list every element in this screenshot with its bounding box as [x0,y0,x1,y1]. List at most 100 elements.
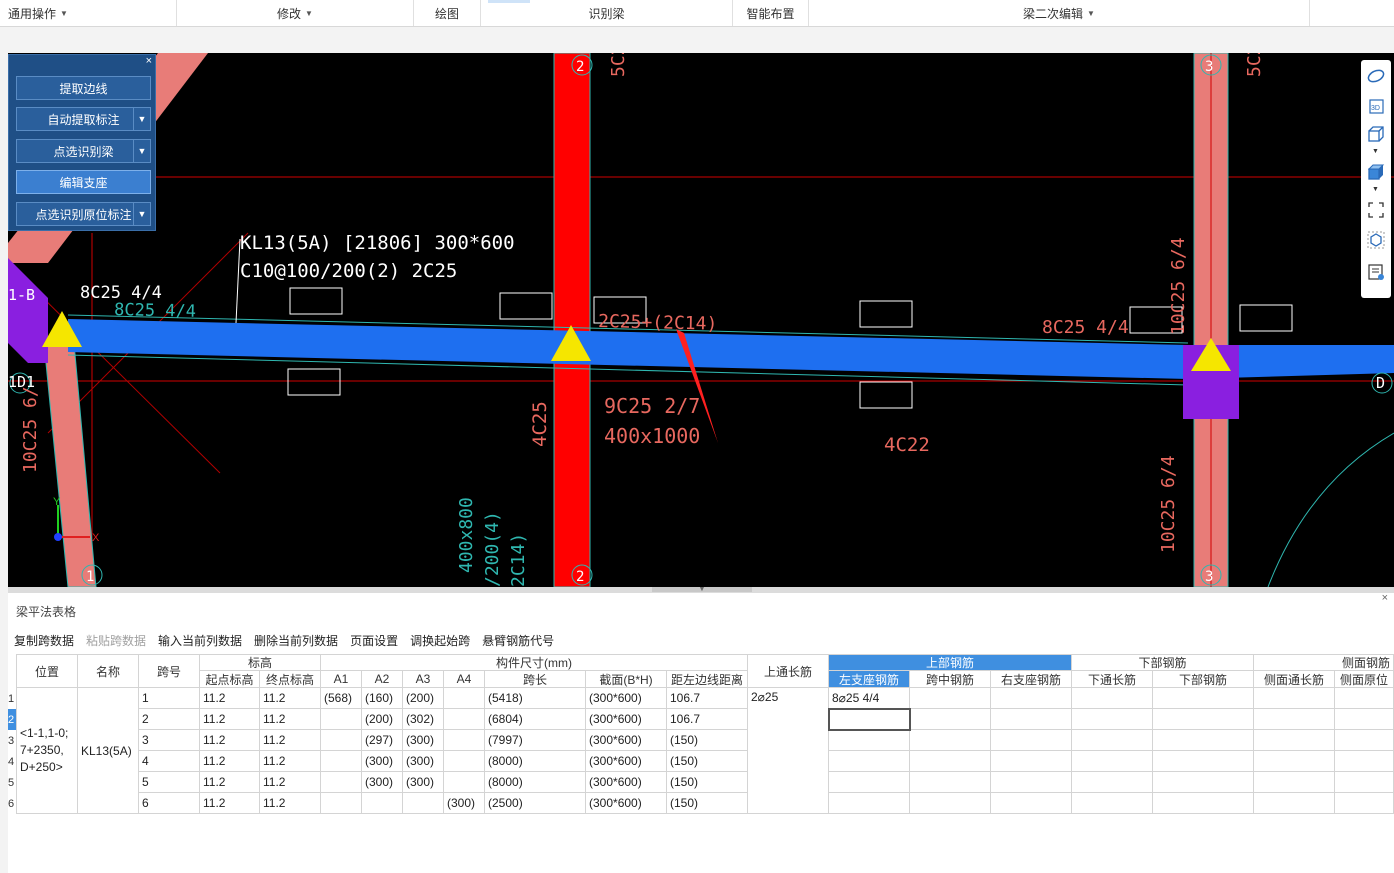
cell-end-elev[interactable]: 11.2 [260,793,321,814]
cell-span[interactable]: 6 [139,793,200,814]
table-cell[interactable] [1335,793,1394,814]
copy-span-data-button[interactable]: 复制跨数据 [14,632,74,649]
3d-icon[interactable]: 3D [1366,96,1386,116]
cell-span-length[interactable]: (7997) [485,730,586,751]
cell-a4[interactable] [444,751,485,772]
cell-span-length[interactable]: (8000) [485,751,586,772]
auto-extract-annotation-button[interactable]: 自动提取标注 ▼ [16,107,151,131]
cell-a1[interactable] [321,793,362,814]
edit-support-button[interactable]: 编辑支座 [16,170,151,194]
cell-left-distance[interactable]: (150) [667,793,748,814]
cell-left-distance[interactable]: (150) [667,730,748,751]
cell-end-elev[interactable]: 11.2 [260,688,321,709]
table-cell[interactable] [1072,709,1153,730]
cell-a1[interactable]: (568) [321,688,362,709]
cell-top-through[interactable]: 2⌀25 [748,688,829,814]
table-cell[interactable] [1153,793,1254,814]
cell-start-elev[interactable]: 11.2 [200,793,260,814]
active-cell-selection[interactable] [828,708,911,731]
table-cell[interactable] [1254,751,1335,772]
cell-a3[interactable]: (200) [403,688,444,709]
cell-start-elev[interactable]: 11.2 [200,709,260,730]
cell-a3[interactable]: (300) [403,730,444,751]
cell-left-support[interactable] [829,793,910,814]
cell-left-support[interactable] [829,772,910,793]
cell-a4[interactable] [444,772,485,793]
swap-start-span-button[interactable]: 调换起始跨 [410,632,470,649]
table-cell[interactable] [1153,688,1254,709]
cell-end-elev[interactable]: 11.2 [260,730,321,751]
cantilever-rebar-code-button[interactable]: 悬臂钢筋代号 [482,632,554,649]
table-cell[interactable] [1072,793,1153,814]
table-cell[interactable] [1335,709,1394,730]
cell-left-distance[interactable]: (150) [667,751,748,772]
cell-position[interactable]: <1-1,1-0; 7+2350, D+250> [16,688,78,814]
properties-icon[interactable] [1366,262,1386,282]
cell-start-elev[interactable]: 11.2 [200,688,260,709]
table-cell[interactable] [1254,709,1335,730]
table-cell[interactable] [991,793,1072,814]
table-cell[interactable] [910,709,991,730]
table-cell[interactable] [1153,730,1254,751]
row-number[interactable]: 6 [8,793,16,814]
cell-section[interactable]: (300*600) [586,793,667,814]
table-cell[interactable] [1335,751,1394,772]
table-cell[interactable] [1153,772,1254,793]
cell-a2[interactable]: (160) [362,688,403,709]
cell-start-elev[interactable]: 11.2 [200,772,260,793]
cell-a4[interactable] [444,709,485,730]
table-cell[interactable] [991,709,1072,730]
cell-section[interactable]: (300*600) [586,688,667,709]
cell-left-distance[interactable]: 106.7 [667,688,748,709]
cell-span[interactable]: 1 [139,688,200,709]
cell-span[interactable]: 5 [139,772,200,793]
table-cell[interactable] [1072,751,1153,772]
cell-a3[interactable]: (300) [403,751,444,772]
cell-end-elev[interactable]: 11.2 [260,709,321,730]
delete-column-data-button[interactable]: 删除当前列数据 [254,632,338,649]
cell-a3[interactable]: (300) [403,772,444,793]
row-number[interactable]: 5 [8,772,16,793]
table-cell[interactable] [910,772,991,793]
table-cell[interactable] [1072,688,1153,709]
table-cell[interactable] [1254,793,1335,814]
row-number[interactable]: 4 [8,751,16,772]
cell-span-length[interactable]: (6804) [485,709,586,730]
cube-filled-icon[interactable] [1366,162,1386,182]
cell-left-support[interactable]: 8⌀25 4/4 [829,688,910,709]
cell-span[interactable]: 3 [139,730,200,751]
ribbon-group-beam-edit[interactable]: 梁二次编辑 ▼ [809,0,1310,26]
cell-section[interactable]: (300*600) [586,709,667,730]
cell-a1[interactable] [321,751,362,772]
component-icon[interactable] [1366,230,1386,250]
cell-end-elev[interactable]: 11.2 [260,751,321,772]
cell-left-distance[interactable]: 106.7 [667,709,748,730]
table-cell[interactable] [991,688,1072,709]
table-cell[interactable] [1153,751,1254,772]
cell-a3[interactable]: (302) [403,709,444,730]
cell-left-support[interactable] [829,730,910,751]
cell-a4[interactable]: (300) [444,793,485,814]
ellipse-icon[interactable] [1366,66,1386,86]
cell-span-length[interactable]: (5418) [485,688,586,709]
cell-a1[interactable] [321,772,362,793]
pick-recognize-inplace-button[interactable]: 点选识别原位标注 ▼ [16,202,151,226]
cell-a2[interactable]: (297) [362,730,403,751]
extract-edge-button[interactable]: 提取边线 [16,76,151,100]
dropdown-arrow-icon[interactable]: ▼ [133,203,150,225]
cell-a1[interactable] [321,730,362,751]
close-icon[interactable]: × [146,55,152,67]
table-cell[interactable] [1254,730,1335,751]
table-cell[interactable] [1335,772,1394,793]
cell-a2[interactable]: (300) [362,772,403,793]
cell-span-length[interactable]: (2500) [485,793,586,814]
ribbon-group-modify[interactable]: 修改 ▼ [177,0,414,26]
chevron-down-icon[interactable]: ▼ [1372,148,1379,155]
dropdown-arrow-icon[interactable]: ▼ [133,140,150,162]
cell-start-elev[interactable]: 11.2 [200,751,260,772]
cell-section[interactable]: (300*600) [586,772,667,793]
table-cell[interactable] [991,730,1072,751]
ribbon-group-recognize-beam[interactable]: 识别梁 [481,0,733,26]
table-cell[interactable] [910,751,991,772]
table-cell[interactable] [991,772,1072,793]
